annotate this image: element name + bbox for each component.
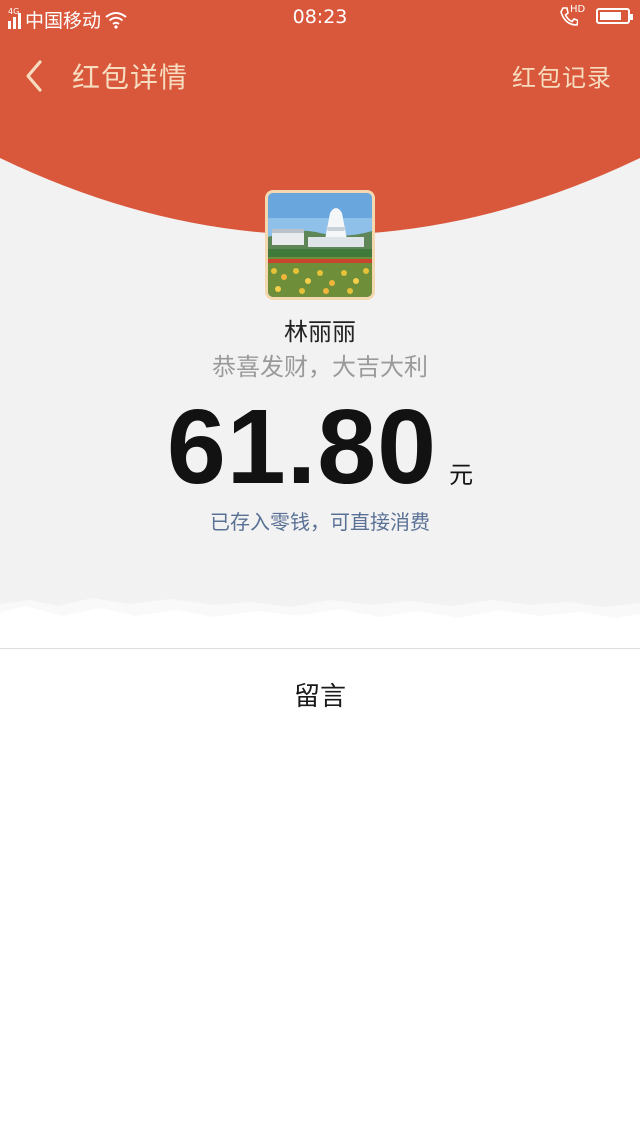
- hd-badge: HD: [570, 4, 586, 15]
- status-time: 08:23: [292, 6, 348, 28]
- greeting-message: 恭喜发财，大吉大利: [212, 353, 428, 381]
- landscape-photo-avatar: [268, 193, 372, 297]
- battery-icon: [596, 8, 633, 24]
- status-right-group: HD: [560, 4, 633, 26]
- amount-row: 61.80 元: [0, 392, 640, 502]
- torn-paper-edge: [0, 598, 640, 650]
- battery-level-fill: [600, 12, 621, 20]
- messages-section-label[interactable]: 留言: [0, 676, 640, 713]
- section-divider: [0, 648, 640, 649]
- sender-name: 林丽丽: [284, 318, 356, 346]
- page-title: 红包详情: [72, 61, 189, 94]
- saved-to-change-link[interactable]: 已存入零钱，可直接消费: [0, 506, 640, 535]
- red-packet-records-link[interactable]: 红包记录: [512, 58, 612, 93]
- sender-avatar[interactable]: [265, 190, 375, 300]
- amount-unit: 元: [449, 461, 474, 489]
- chevron-left-icon[interactable]: [22, 58, 46, 94]
- received-amount: 61.80: [166, 388, 438, 506]
- hd-call-icon: HD: [560, 4, 586, 26]
- status-bar: 4G 中国移动 08:23 HD: [0, 0, 640, 36]
